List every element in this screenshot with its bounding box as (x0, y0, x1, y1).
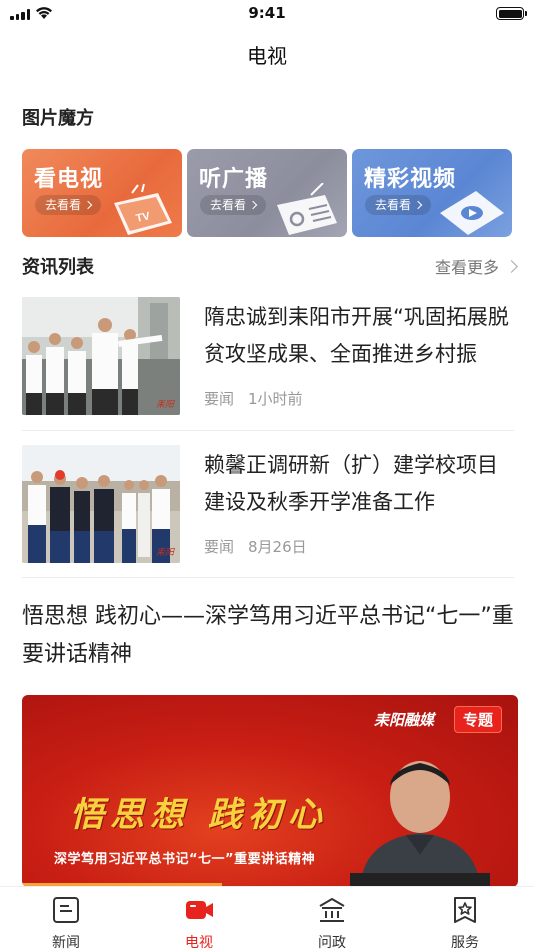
portrait-image (350, 761, 490, 887)
tab-tv[interactable]: 电视 (154, 895, 244, 950)
feature-article-title[interactable]: 悟思想 践初心——深学笃用习近平总书记“七一”重要讲话精神 (22, 598, 514, 674)
tab-label: 问政 (318, 935, 346, 950)
cube-label: 听广播 (199, 167, 269, 192)
status-bar: 9:41 (0, 0, 534, 28)
news-category: 要闻 (204, 390, 235, 408)
cube-watch-tv[interactable]: 看电视 去看看 TV (22, 149, 182, 237)
list-item[interactable]: 耒阳 隋忠诚到耒阳市开展“巩固拓展脱贫攻坚成果、全面推进乡村振兴”调研 要闻 1小… (22, 297, 514, 415)
news-thumbnail-image: 耒阳 (22, 297, 180, 415)
banner-tag-badge: 专题 (453, 706, 502, 733)
news-category: 要闻 (204, 538, 235, 556)
chevron-right-icon (505, 259, 518, 273)
battery-icon (496, 7, 527, 20)
tab-bar: 新闻 电视 问政 服务 (0, 886, 534, 950)
news-icon (53, 897, 79, 923)
news-time: 8月26日 (248, 538, 307, 556)
banner-subtitle: 深学笃用习近平总书记“七一”重要讲话精神 (54, 852, 316, 867)
cube-go-button[interactable]: 去看看 (200, 195, 267, 215)
tab-label: 新闻 (52, 935, 80, 950)
cube-label: 看电视 (34, 167, 104, 192)
list-item[interactable]: 耒阳 赖馨正调研新（扩）建学校项目建设及秋季开学准备工作 要闻 8月26日 (22, 445, 514, 563)
service-star-icon (454, 897, 476, 923)
tab-label: 服务 (451, 935, 479, 950)
cube-go-button[interactable]: 去看看 (365, 195, 432, 215)
news-title: 赖馨正调研新（扩）建学校项目建设及秋季开学准备工作 (204, 453, 498, 514)
status-time: 9:41 (248, 4, 286, 22)
divider (22, 577, 514, 578)
news-meta: 要闻 1小时前 (204, 388, 303, 409)
svg-text:耒阳: 耒阳 (156, 547, 175, 558)
feature-banner[interactable]: 耒阳融媒 专题 悟思想 践初心 深学笃用习近平总书记“七一”重要讲话精神 (22, 695, 518, 887)
page-title: 电视 (247, 44, 287, 68)
tab-services[interactable]: 服务 (420, 895, 510, 950)
cube-listen-radio[interactable]: 听广播 去看看 (187, 149, 347, 237)
radio-icon (277, 183, 337, 235)
banner-slogan: 悟思想 践初心 (70, 795, 328, 835)
tab-label: 电视 (185, 935, 213, 950)
tv-camera-icon (186, 901, 213, 919)
video-play-icon (440, 191, 504, 235)
section-title-picture-cube: 图片魔方 (22, 108, 94, 129)
section-title-news-list: 资讯列表 (22, 257, 94, 278)
view-more-link[interactable]: 查看更多 (434, 254, 518, 278)
tab-government[interactable]: 问政 (287, 895, 377, 950)
news-meta: 要闻 8月26日 (204, 536, 307, 557)
banner-logo: 耒阳融媒 (373, 711, 434, 729)
svg-text:耒阳: 耒阳 (156, 399, 175, 410)
news-thumbnail-image: 耒阳 (22, 445, 180, 563)
tab-news[interactable]: 新闻 (21, 895, 111, 950)
news-time: 1小时前 (248, 390, 303, 408)
divider (22, 430, 514, 431)
tv-icon: TV (114, 183, 172, 235)
government-building-icon (319, 898, 345, 922)
cube-featured-video[interactable]: 精彩视频 去看看 (352, 149, 512, 237)
news-title: 隋忠诚到耒阳市开展“巩固拓展脱贫攻坚成果、全面推进乡村振兴”调研 (204, 305, 509, 366)
cube-go-button[interactable]: 去看看 (35, 195, 102, 215)
view-more-label: 查看更多 (434, 258, 499, 277)
